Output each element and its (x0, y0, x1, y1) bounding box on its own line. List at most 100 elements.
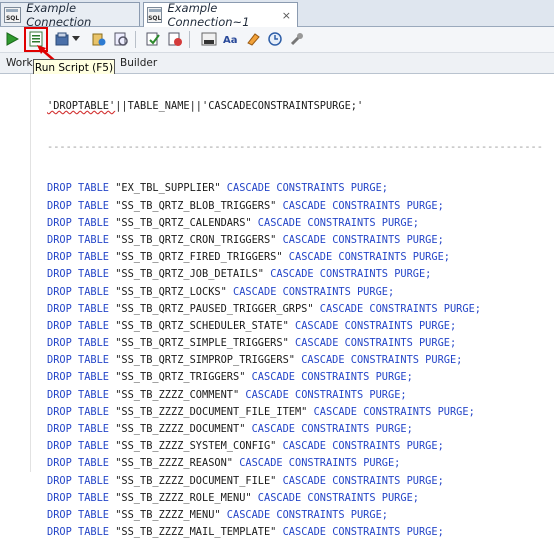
table-name: "SS_TB_ZZZZ_REASON" (115, 457, 233, 470)
sql-history-button[interactable] (112, 30, 130, 48)
cascade-keyword: CASCADE CONSTRAINTS PURGE; (282, 474, 444, 487)
table-name: "SS_TB_ZZZZ_DOCUMENT_FILE" (115, 474, 277, 487)
table-name: "SS_TB_ZZZZ_MAIL_TEMPLATE" (115, 526, 277, 539)
drop-table-keyword: DROP TABLE (47, 302, 109, 315)
sql-worksheet-icon: SQL (147, 7, 163, 23)
sql-editor[interactable]: 'DROPTABLE'||TABLE_NAME||'CASCADECONSTRA… (0, 74, 554, 538)
code-line: DROP TABLE "SS_TB_QRTZ_SIMPLE_TRIGGERS" … (47, 335, 543, 352)
tab-example-connection-1[interactable]: SQL Example Connection~1 × (143, 1, 298, 29)
drop-table-keyword: DROP TABLE (47, 526, 109, 539)
sql-worksheet-icon: SQL (4, 6, 22, 23)
table-name: "SS_TB_QRTZ_PAUSED_TRIGGER_GRPS" (115, 302, 314, 315)
uppercase-icon: Aa (223, 35, 238, 46)
table-name: "SS_TB_QRTZ_TRIGGERS" (115, 371, 246, 384)
code-line: DROP TABLE "SS_TB_QRTZ_LOCKS" CASCADE CO… (47, 284, 543, 301)
cascade-keyword: CASCADE CONSTRAINTS PURGE; (295, 319, 457, 332)
cascade-keyword: CASCADE CONSTRAINTS PURGE; (251, 371, 413, 384)
drop-table-keyword: DROP TABLE (47, 216, 109, 229)
drop-table-keyword: DROP TABLE (47, 457, 109, 470)
drop-table-keyword: DROP TABLE (47, 491, 109, 504)
explain-plan-button[interactable] (144, 30, 162, 48)
cascade-keyword: CASCADE CONSTRAINTS PURGE; (301, 354, 463, 367)
cascade-keyword: CASCADE CONSTRAINTS PURGE; (233, 285, 395, 298)
cascade-keyword: CASCADE CONSTRAINTS PURGE; (282, 440, 444, 453)
cascade-keyword: CASCADE CONSTRAINTS PURGE; (282, 526, 444, 539)
cascade-keyword: CASCADE CONSTRAINTS PURGE; (282, 233, 444, 246)
code-line: DROP TABLE "SS_TB_QRTZ_FIRED_TRIGGERS" C… (47, 249, 543, 266)
cascade-keyword: CASCADE CONSTRAINTS PURGE; (282, 199, 444, 212)
sql-tuning-icon (201, 32, 217, 46)
commit-icon (55, 32, 69, 46)
code-text: ||TABLE_NAME|| (115, 100, 202, 112)
clear-button[interactable] (244, 30, 262, 48)
tab-worksheet[interactable]: Work (6, 57, 33, 69)
drop-table-keyword: DROP TABLE (47, 319, 109, 332)
commit-dropdown-button[interactable] (71, 30, 81, 48)
sql-tuning-advisor-button[interactable] (200, 30, 218, 48)
text-format-button[interactable] (266, 30, 284, 48)
code-line: DROP TABLE "SS_TB_QRTZ_BLOB_TRIGGERS" CA… (47, 198, 543, 215)
cascade-keyword: CASCADE CONSTRAINTS PURGE; (295, 337, 457, 350)
code-line: DROP TABLE "SS_TB_ZZZZ_MAIL_TEMPLATE" CA… (47, 524, 543, 541)
drop-table-keyword: DROP TABLE (47, 423, 109, 435)
code-line: DROP TABLE "SS_TB_ZZZZ_REASON" CASCADE C… (47, 455, 543, 472)
table-name: "EX_TBL_SUPPLIER" (115, 182, 221, 195)
drop-table-keyword: DROP TABLE (47, 440, 109, 453)
tab-query-builder[interactable]: Builder (120, 57, 157, 69)
code-line: DROP TABLE "SS_TB_QRTZ_CRON_TRIGGERS" CA… (47, 232, 543, 249)
table-name: "SS_TB_ZZZZ_ROLE_MENU" (115, 491, 252, 504)
drop-table-keyword: DROP TABLE (47, 251, 109, 264)
settings-icon (290, 33, 303, 46)
code-line: DROP TABLE "SS_TB_ZZZZ_COMMENT" CASCADE … (47, 387, 543, 404)
explain-plan-icon (146, 32, 160, 46)
code-line: DROP TABLE "SS_TB_QRTZ_PAUSED_TRIGGER_GR… (47, 301, 543, 318)
clear-icon (247, 33, 260, 46)
code-line: DROP TABLE "SS_TB_ZZZZ_DOCUMENT_FILE" CA… (47, 473, 543, 490)
table-name: "SS_TB_QRTZ_CALENDARS" (115, 216, 252, 229)
code-line: DROP TABLE "SS_TB_QRTZ_SCHEDULER_STATE" … (47, 318, 543, 335)
cascade-keyword: CASCADE CONSTRAINTS PURGE; (257, 491, 419, 504)
drop-table-keyword: DROP TABLE (47, 388, 109, 401)
settings-button[interactable] (288, 30, 306, 48)
code-line-header: 'DROPTABLE'||TABLE_NAME||'CASCADECONSTRA… (47, 98, 543, 115)
code-line: DROP TABLE "SS_TB_ZZZZ_SYSTEM_CONFIG" CA… (47, 438, 543, 455)
svg-text:Aa: Aa (223, 35, 238, 46)
autotrace-button[interactable] (166, 30, 184, 48)
toolbar-separator (135, 31, 136, 48)
run-statement-button[interactable] (3, 30, 21, 48)
string-literal: 'DROPTABLE' (47, 100, 116, 112)
to-upper-lower-button[interactable]: Aa (222, 30, 240, 48)
toolbar-separator (189, 31, 190, 48)
table-name: "SS_TB_QRTZ_SIMPLE_TRIGGERS" (115, 337, 289, 350)
table-name: "SS_TB_QRTZ_BLOB_TRIGGERS" (115, 199, 277, 212)
drop-table-keyword: DROP TABLE (47, 371, 109, 384)
code-line: DROP TABLE "SS_TB_ZZZZ_DOCUMENT" CASCADE… (47, 421, 543, 438)
sql-icon-text: SQL (5, 14, 20, 22)
code-line: DROP TABLE "SS_TB_QRTZ_JOB_DETAILS" CASC… (47, 266, 543, 283)
code-line: DROP TABLE "SS_TB_QRTZ_TRIGGERS" CASCADE… (47, 369, 543, 386)
worksheet-toolbar: Aa (0, 27, 554, 53)
string-literal: 'CASCADECONSTRAINTSPURGE;' (202, 100, 364, 112)
result-separator: ----------------------------------------… (47, 141, 543, 154)
cascade-keyword: CASCADE CONSTRAINTS PURGE; (226, 508, 388, 521)
drop-table-keyword: DROP TABLE (47, 199, 109, 212)
code-area[interactable]: 'DROPTABLE'||TABLE_NAME||'CASCADECONSTRA… (47, 74, 543, 541)
sql-history-icon (114, 32, 128, 46)
tab-example-connection[interactable]: SQL Example Connection (0, 1, 140, 29)
table-name: "SS_TB_ZZZZ_DOCUMENT_FILE_ITEM" (115, 405, 308, 418)
code-line: DROP TABLE "SS_TB_ZZZZ_DOCUMENT_FILE_ITE… (47, 404, 543, 421)
cascade-keyword: CASCADE CONSTRAINTS PURGE; (288, 251, 450, 264)
table-name: "SS_TB_ZZZZ_MENU" (115, 508, 221, 521)
close-tab-icon[interactable]: × (282, 9, 291, 22)
rollback-icon (92, 33, 106, 46)
code-line: DROP TABLE "SS_TB_ZZZZ_ROLE_MENU" CASCAD… (47, 490, 543, 507)
sql-icon-text: SQL (148, 15, 162, 22)
chevron-down-icon (72, 36, 80, 41)
table-name: "SS_TB_QRTZ_LOCKS" (115, 285, 227, 298)
table-name: "SS_TB_ZZZZ_SYSTEM_CONFIG" (115, 440, 277, 453)
drop-table-keyword: DROP TABLE (47, 182, 109, 195)
table-name: "SS_TB_QRTZ_FIRED_TRIGGERS" (115, 251, 283, 264)
drop-table-keyword: DROP TABLE (47, 337, 109, 350)
drop-table-keyword: DROP TABLE (47, 405, 109, 418)
rollback-button[interactable] (90, 30, 108, 48)
